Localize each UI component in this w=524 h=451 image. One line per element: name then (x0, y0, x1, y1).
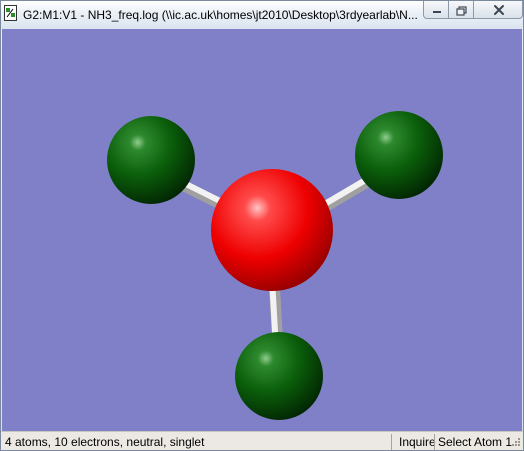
hydrogen-atom-top-left[interactable] (107, 116, 195, 204)
molecule-canvas[interactable] (2, 29, 522, 431)
maximize-icon (456, 6, 467, 16)
nitrogen-atom[interactable] (211, 169, 333, 291)
close-icon (494, 5, 504, 15)
molecule-viewport[interactable] (2, 29, 522, 431)
title-bar[interactable]: G2:M1:V1 - NH3_freq.log (\\ic.ac.uk\home… (1, 1, 523, 29)
app-icon[interactable] (4, 5, 19, 22)
selection-status: Select Atom 1 (438, 435, 513, 449)
minimize-button[interactable] (423, 1, 449, 19)
status-divider (434, 434, 435, 450)
close-button[interactable] (473, 1, 523, 19)
hydrogen-atom-top-right[interactable] (355, 111, 443, 199)
status-divider (391, 434, 392, 450)
resize-grip-icon[interactable] (509, 437, 521, 449)
gaussview-window: G2:M1:V1 - NH3_freq.log (\\ic.ac.uk\home… (0, 0, 524, 451)
molecule-summary: 4 atoms, 10 electrons, neutral, singlet (5, 435, 205, 449)
status-bar: 4 atoms, 10 electrons, neutral, singlet … (1, 431, 523, 450)
minimize-icon (433, 11, 441, 13)
hydrogen-atom-bottom[interactable] (235, 332, 323, 420)
maximize-button[interactable] (448, 1, 474, 19)
window-title: G2:M1:V1 - NH3_freq.log (\\ic.ac.uk\home… (23, 8, 418, 22)
inquire-mode-label[interactable]: Inquire (399, 434, 436, 450)
